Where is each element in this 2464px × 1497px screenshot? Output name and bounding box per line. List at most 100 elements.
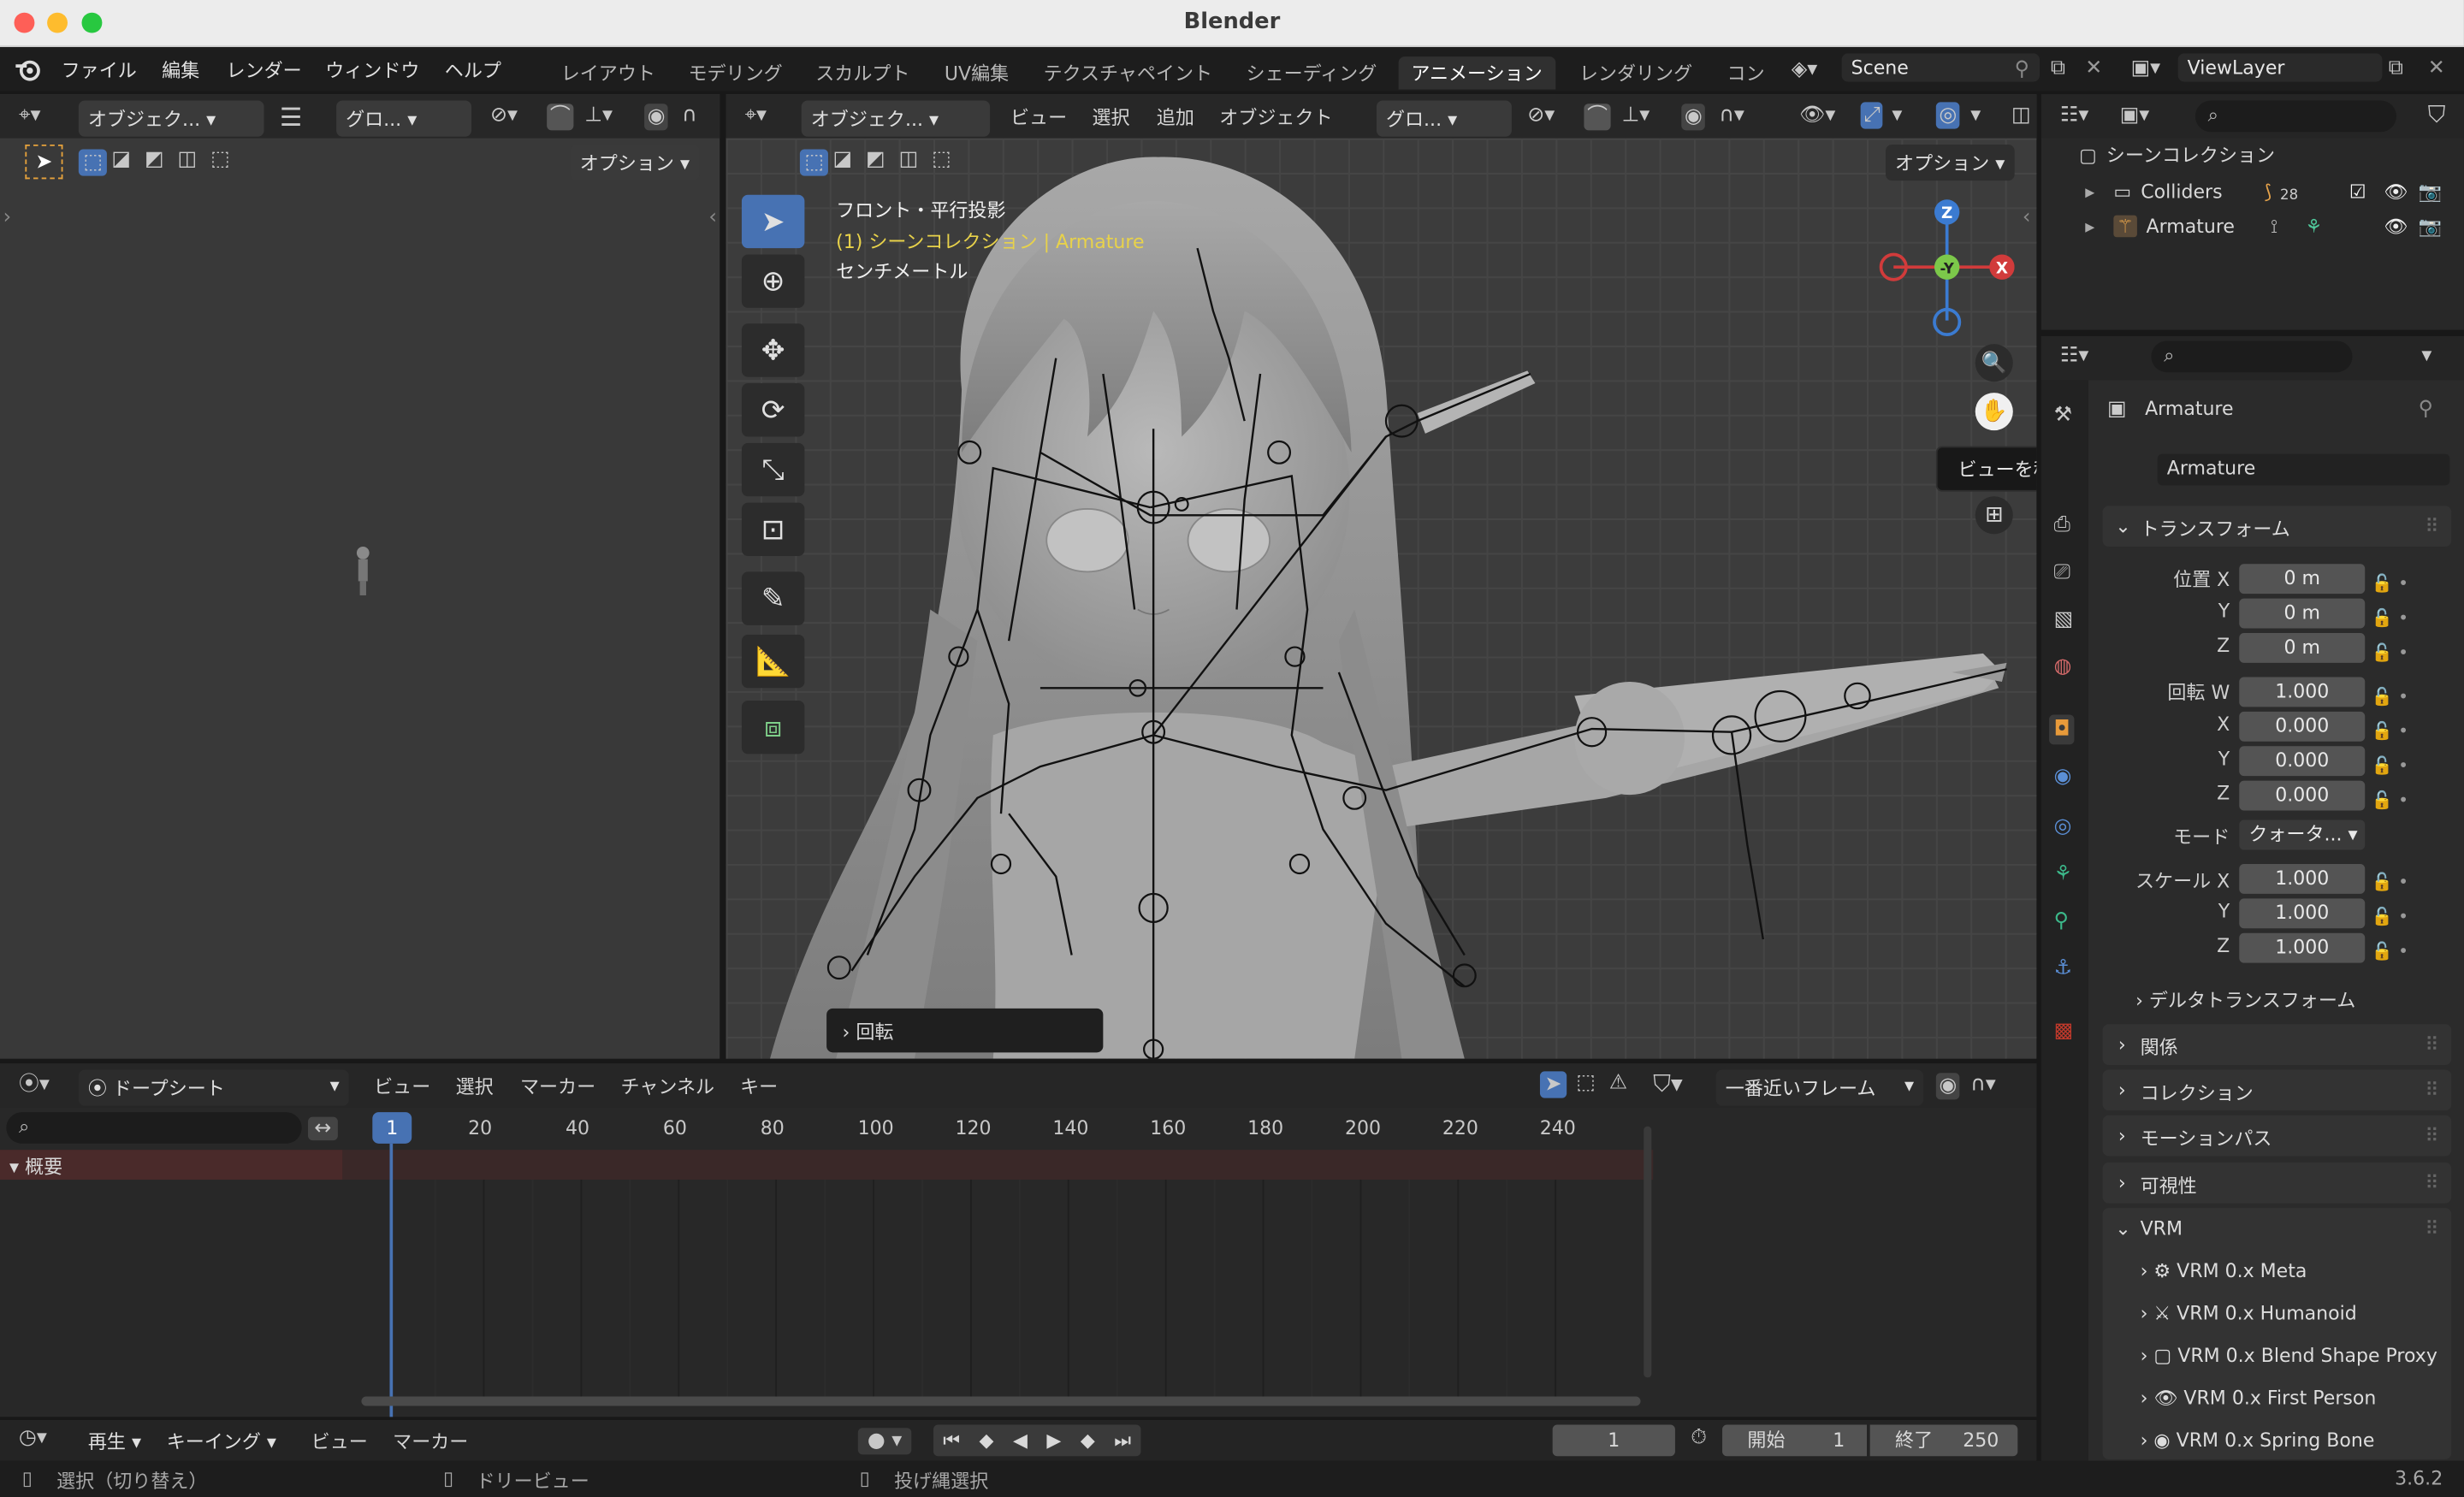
tab-uv-editing[interactable]: UV編集 [945, 60, 1009, 86]
view-layer-tab-icon[interactable]: ▧ [2054, 609, 2074, 630]
rotation-z-field[interactable]: 0.000 [2239, 780, 2366, 811]
snap-target-icon[interactable]: ⊥▾ [584, 105, 613, 126]
object-mode-dropdown[interactable]: オブジェク... ▾ [78, 100, 264, 137]
exclude-checkbox-icon[interactable]: ☑ [2349, 180, 2366, 203]
transform-tool-button[interactable]: ⊡ [741, 502, 805, 557]
menu-object[interactable]: オブジェクト [1219, 104, 1332, 130]
measure-tool-button[interactable]: 📐 [741, 634, 805, 689]
menu-select[interactable]: 選択 [1093, 104, 1130, 130]
main-snap-icon[interactable]: ⌒ [1584, 104, 1611, 131]
overlay-toggle-icon[interactable]: ◎ [1935, 102, 1960, 129]
outliner-editor-icon[interactable]: ☷▾ [2060, 105, 2088, 126]
pan-hand-icon[interactable]: ✋ [1975, 393, 2013, 431]
left-3d-viewport[interactable]: ⌖▾ オブジェク... ▾ ☰ グロ... ▾ ⊘▾ ⌒ ⊥▾ ◉ ∩ ➤ ⬚ … [0, 94, 720, 1059]
gizmo-toggle-icon[interactable]: ⤢ [1860, 102, 1884, 129]
hide-eye-icon[interactable]: 👁 [2384, 180, 2408, 203]
object-data-tab-icon[interactable]: ⚘ [2054, 864, 2072, 885]
main-transform-dropdown[interactable]: グロ... ▾ [1376, 100, 1512, 137]
menu-help[interactable]: ヘルプ [445, 56, 501, 83]
menu-add[interactable]: 追加 [1157, 104, 1194, 130]
display-mode-icon[interactable]: ▣▾ [2120, 105, 2150, 126]
next-keyframe-icon[interactable]: ◆ [1081, 1429, 1095, 1452]
delete-scene-icon[interactable]: ✕ [2085, 58, 2102, 79]
output-tab-icon[interactable]: ⎚ [2054, 562, 2070, 583]
scale-y-field[interactable]: 1.000 [2239, 898, 2366, 929]
timeline-menu-marker[interactable]: マーカー [393, 1428, 468, 1454]
new-scene-icon[interactable]: ⧉ [2051, 58, 2065, 79]
dope-falloff-icon[interactable]: ∩▾ [1970, 1074, 1995, 1095]
dope-menu-select[interactable]: 選択 [456, 1073, 494, 1099]
physics-tab-icon[interactable]: ◎ [2054, 817, 2072, 837]
jump-end-icon[interactable]: ⏭ [1114, 1429, 1131, 1453]
view-layer-field[interactable]: ViewLayer [2177, 53, 2383, 82]
expand-toolbar-icon[interactable]: › [3, 207, 12, 228]
properties-search-field[interactable]: ⌕ [2151, 340, 2353, 373]
lock-icon[interactable]: 🔓 • [2372, 784, 2409, 818]
menu-hamburger-icon[interactable]: ☰ [280, 104, 302, 130]
rotation-w-field[interactable]: 1.000 [2239, 677, 2366, 707]
scene-selector-icon[interactable]: ◈▾ [1792, 60, 1817, 80]
scene-tab-icon[interactable]: ◍ [2054, 657, 2072, 677]
lock-icon[interactable]: 🔓 • [2372, 866, 2409, 900]
left-options-dropdown[interactable]: オプション ▾ [570, 144, 700, 181]
lock-icon[interactable]: 🔓 • [2372, 715, 2409, 749]
snap-icon[interactable]: ⌒ [547, 104, 574, 131]
lock-icon[interactable]: 🔓 • [2372, 749, 2409, 784]
outliner-search-field[interactable]: ⌕ [2194, 100, 2396, 133]
blender-logo-icon[interactable] [15, 58, 43, 82]
render-camera-icon[interactable]: 📷 [2419, 180, 2442, 203]
cursor-tool-button[interactable]: ⊕ [741, 254, 805, 308]
xray-icon[interactable]: ◫ [2011, 105, 2031, 126]
annotate-tool-button[interactable]: ✎ [741, 571, 805, 625]
vrm-spring-bone-item[interactable]: › ◉ VRM 0.x Spring Bone [2141, 1429, 2375, 1452]
bone-tab-icon[interactable]: ⚲ [2054, 911, 2070, 932]
gizmo-dropdown-icon[interactable]: ▾ [1892, 105, 1902, 126]
zoom-icon[interactable]: 🔍 [1975, 344, 2013, 382]
dope-proportional-icon[interactable]: ◉ [1935, 1073, 1960, 1100]
tab-sculpt[interactable]: スカルプト [815, 60, 909, 86]
summary-channel[interactable]: ▾ 概要 [0, 1150, 343, 1180]
play-reverse-icon[interactable]: ◀ [1013, 1429, 1028, 1452]
tab-texture-paint[interactable]: テクスチャペイント [1044, 60, 1213, 86]
lock-icon[interactable]: 🔓 • [2372, 900, 2409, 934]
lock-icon[interactable]: 🔓 • [2372, 601, 2409, 636]
scale-z-field[interactable]: 1.000 [2239, 932, 2366, 963]
playback-menu[interactable]: 再生 ▾ [79, 1423, 151, 1459]
rotation-mode-dropdown[interactable]: クォータ... ▾ [2239, 820, 2366, 850]
add-cube-tool-button[interactable]: ⧈ [741, 700, 805, 754]
show-hidden-icon[interactable]: ⬚ [1576, 1073, 1596, 1093]
main-3d-viewport[interactable]: ⌖▾ オブジェク... ▾ ビュー 選択 追加 オブジェクト グロ... ▾ ⊘… [726, 94, 2037, 1059]
properties-options-icon[interactable]: ▾ [2421, 346, 2431, 366]
main-expand-sidebar-icon[interactable]: ‹ [2023, 207, 2031, 228]
dopesheet-editor-icon[interactable]: ⦿▾ [19, 1074, 50, 1095]
vrm-meta-item[interactable]: › ⚙ VRM 0.x Meta [2141, 1260, 2307, 1282]
texture-tab-icon[interactable]: ▩ [2054, 1021, 2074, 1042]
timeline-editor-icon[interactable]: ◷▾ [19, 1428, 47, 1448]
mode-extend-icon[interactable]: ◪ [111, 149, 131, 169]
vrm-humanoid-item[interactable]: › ⚔ VRM 0.x Humanoid [2141, 1302, 2357, 1324]
start-frame-field[interactable]: 開始 1 [1722, 1424, 1867, 1457]
properties-editor-icon[interactable]: ☷▾ [2060, 346, 2088, 366]
main-proportional-icon[interactable]: ◉ [1681, 104, 1706, 131]
tab-shading[interactable]: シェーディング [1247, 60, 1377, 86]
main-object-mode-dropdown[interactable]: オブジェク... ▾ [801, 100, 991, 137]
errors-only-icon[interactable]: ⚠ [1609, 1073, 1627, 1093]
last-operator-panel[interactable]: › 回転 [826, 1008, 1104, 1053]
select-tool-button[interactable]: ➤ [741, 194, 805, 249]
menu-render[interactable]: レンダー [226, 56, 301, 83]
preview-range-icon[interactable]: ⏱ [1691, 1428, 1707, 1448]
keying-menu[interactable]: キーイング ▾ [157, 1423, 286, 1459]
snap-mode-dropdown[interactable]: 一番近いフレーム ▾ [1715, 1069, 1924, 1106]
menu-edit[interactable]: 編集 [162, 56, 199, 83]
main-pivot-icon[interactable]: ⊘▾ [1527, 105, 1555, 126]
main-snap-target-icon[interactable]: ⊥▾ [1621, 105, 1650, 126]
render-tab-icon[interactable]: ⎙ [2054, 515, 2070, 535]
tool-tab-icon[interactable]: ⚒ [2054, 405, 2072, 426]
jump-start-icon[interactable]: ⏮ [943, 1429, 960, 1453]
vrm-panel[interactable]: ⌄ VRM ⠿ › ⚙ VRM 0.x Meta › ⚔ VRM 0.x Human… [2102, 1208, 2452, 1459]
scale-x-field[interactable]: 1.000 [2239, 863, 2366, 894]
visibility-panel-header[interactable]: › 可視性 ⠿ [2102, 1162, 2452, 1204]
current-frame-indicator[interactable]: 1 [372, 1112, 412, 1144]
dope-menu-key[interactable]: キー [740, 1073, 778, 1099]
filter-icon[interactable]: ⛉ [2428, 103, 2446, 127]
